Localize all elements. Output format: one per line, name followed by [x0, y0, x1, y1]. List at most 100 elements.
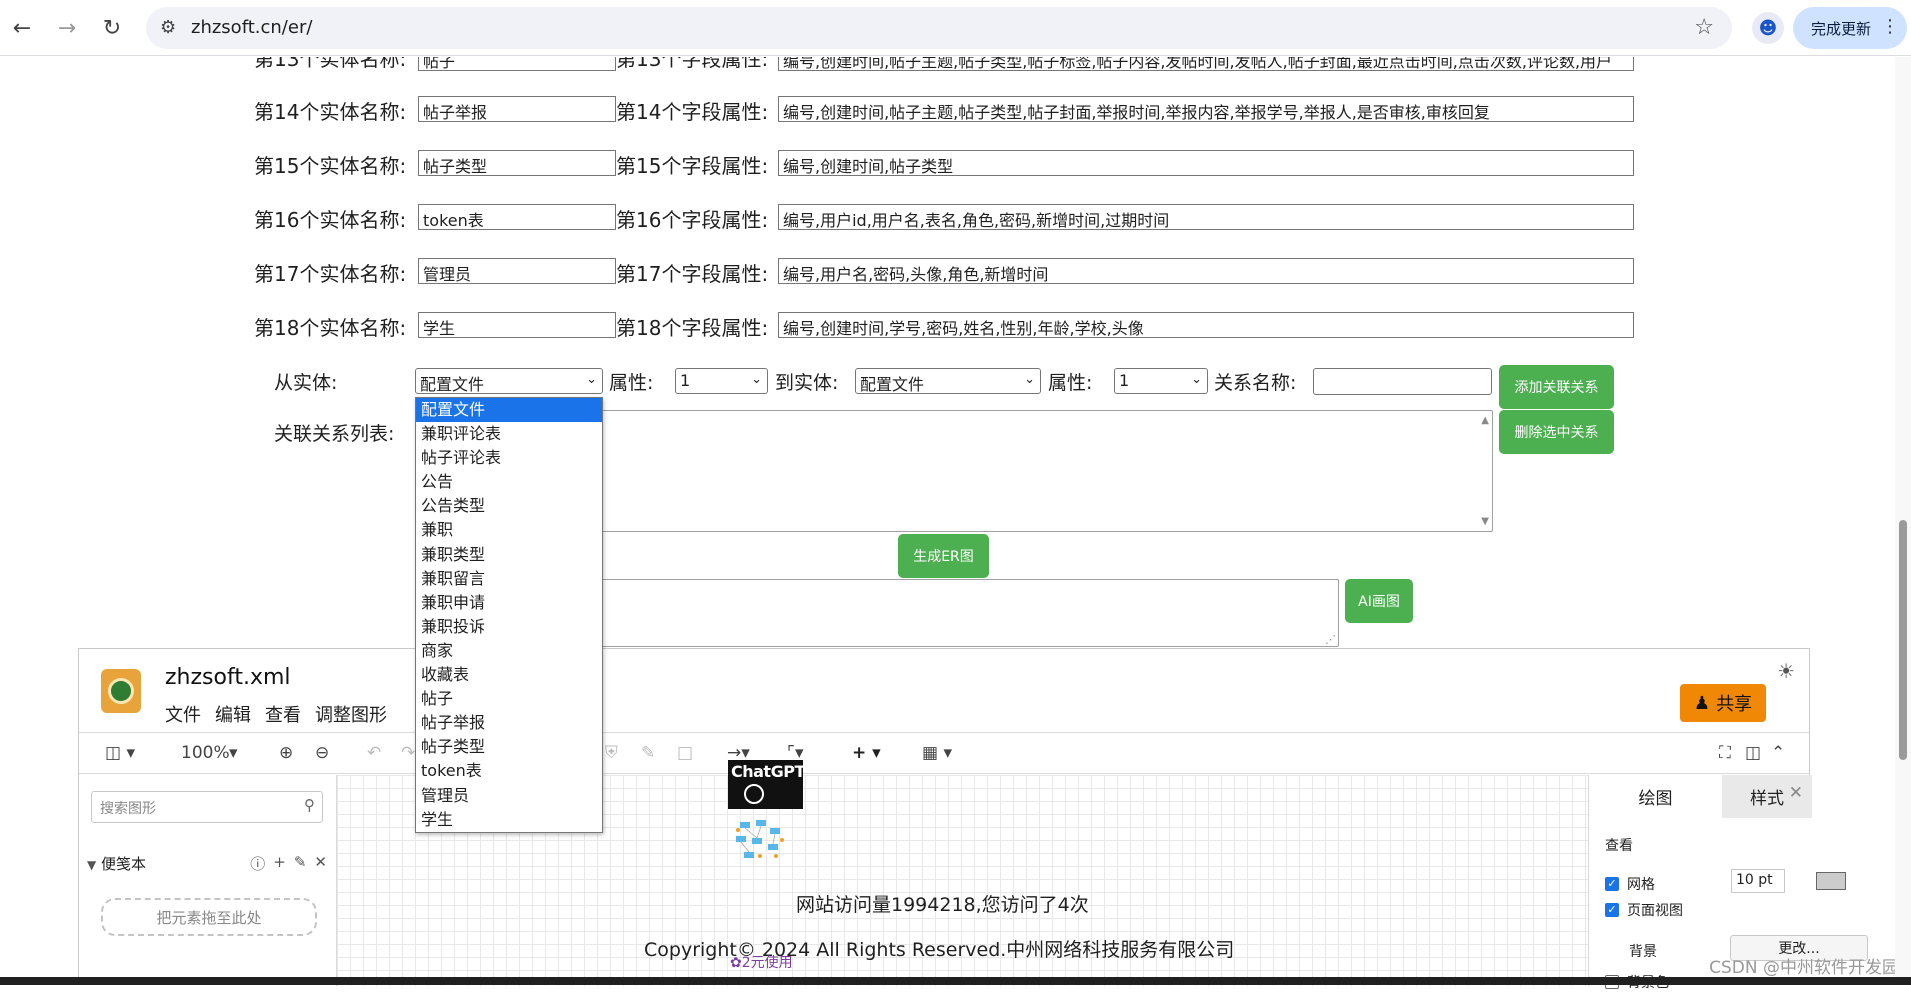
bookmark-star-icon[interactable]: ☆	[1694, 15, 1714, 40]
format-panel-icon[interactable]: ◫	[1745, 743, 1761, 763]
profile-icon[interactable]: ☻	[1752, 12, 1784, 44]
entity-name-input[interactable]: 帖子举报	[418, 96, 616, 122]
chatgpt-banner[interactable]: ChatGPT	[728, 760, 805, 809]
zoom-level[interactable]: 100%	[181, 743, 230, 763]
price-badge[interactable]: ✿2元使用	[730, 952, 793, 972]
shape-search-input[interactable]: 搜索图形 ⚲	[91, 791, 323, 823]
dropdown-option[interactable]: 公告	[416, 470, 602, 494]
from-entity-select[interactable]: 配置文件 ⌄	[415, 368, 603, 394]
theme-sun-icon[interactable]: ☀	[1777, 659, 1795, 683]
reload-icon[interactable]: ↻	[94, 10, 130, 46]
entity-name-input[interactable]: 帖子类型	[418, 150, 616, 176]
ai-draw-button[interactable]: AI画图	[1345, 579, 1413, 623]
zoom-dropdown-icon[interactable]: ▾	[229, 743, 238, 763]
back-arrow-icon[interactable]: ←	[4, 10, 40, 46]
dropdown-option[interactable]: 兼职投诉	[416, 615, 602, 639]
entity-row-14: 第14个实体名称: 帖子举报 第14个字段属性: 编号,创建时间,帖子主题,帖子…	[254, 94, 1634, 124]
field-attrs-input[interactable]: 编号,创建时间,帖子主题,帖子类型,帖子封面,举报时间,举报内容,举报学号,举报…	[778, 96, 1634, 122]
scroll-up-icon[interactable]: ▲	[1481, 415, 1489, 426]
collapse-icon[interactable]: ⌃	[1771, 743, 1785, 763]
line-color-icon[interactable]: ✎	[641, 743, 655, 763]
shadow-icon[interactable]: □	[677, 743, 693, 763]
field-attrs-input[interactable]: 编号,用户名,密码,头像,角色,新增时间	[778, 258, 1634, 284]
dropdown-option[interactable]: 收藏表	[416, 663, 602, 687]
collapse-arrow-icon[interactable]: ▼	[87, 858, 96, 872]
relation-name-input[interactable]	[1313, 368, 1492, 395]
grid-color-swatch[interactable]	[1816, 872, 1846, 890]
menu-edit[interactable]: 编辑	[215, 701, 251, 727]
more-vert-icon[interactable]: ⋮	[1881, 16, 1899, 37]
file-title[interactable]: zhzsoft.xml	[165, 665, 291, 690]
dropdown-option[interactable]: 兼职评论表	[416, 422, 602, 446]
page-view-option[interactable]: ✓ 页面视图	[1605, 900, 1683, 920]
scrollbar-thumb[interactable]	[1899, 520, 1907, 760]
entity-name-input[interactable]: 学生	[418, 312, 616, 338]
dropdown-option[interactable]: 帖子	[416, 687, 602, 711]
close-icon[interactable]: ✕	[314, 853, 327, 874]
edit-pencil-icon[interactable]: ✎	[294, 853, 307, 874]
share-button[interactable]: ♟ 共享	[1680, 684, 1766, 722]
from-entity-dropdown-list[interactable]: 配置文件 兼职评论表 帖子评论表 公告 公告类型 兼职 兼职类型 兼职留言 兼职申请 兼职投诉 商家…	[415, 397, 603, 833]
menu-arrange[interactable]: 调整图形	[315, 701, 387, 727]
er-diagram-thumbnail[interactable]	[730, 818, 790, 866]
dropdown-option[interactable]: 兼职申请	[416, 591, 602, 615]
entity-name-input[interactable]: token表	[418, 204, 616, 230]
field-attrs-input[interactable]: 编号,创建时间,帖子主题,帖子类型,帖子标签,帖子内容,发帖时间,发帖人,帖子封…	[778, 57, 1634, 71]
field-attrs-input[interactable]: 编号,创建时间,学号,密码,姓名,性别,年龄,学校,头像	[778, 312, 1634, 338]
field-attrs-input[interactable]: 编号,创建时间,帖子类型	[778, 150, 1634, 176]
page-view-checkbox[interactable]: ✓	[1605, 903, 1619, 917]
delete-relation-button[interactable]: 删除选中关系	[1499, 410, 1614, 454]
grid-checkbox[interactable]: ✓	[1605, 877, 1619, 891]
close-panel-icon[interactable]: ✕	[1789, 783, 1803, 803]
to-attr-select[interactable]: 1 ⌄	[1114, 368, 1208, 394]
tab-diagram[interactable]: 绘图	[1589, 775, 1722, 818]
url-text[interactable]: zhzsoft.cn/er/	[191, 17, 312, 38]
entity-name-input[interactable]: 帖子	[418, 57, 616, 71]
field-attrs-input[interactable]: 编号,用户id,用户名,表名,角色,密码,新增时间,过期时间	[778, 204, 1634, 230]
generate-er-button[interactable]: 生成ER图	[898, 534, 989, 578]
menu-file[interactable]: 文件	[165, 701, 201, 727]
site-settings-icon[interactable]: ⚙	[160, 17, 176, 38]
undo-icon[interactable]: ↶	[367, 743, 381, 763]
dropdown-option[interactable]: 公告类型	[416, 494, 602, 518]
address-bar[interactable]: ⚙ zhzsoft.cn/er/ ☆	[146, 7, 1732, 49]
grid-option[interactable]: ✓ 网格	[1605, 874, 1655, 894]
dropdown-option[interactable]: 配置文件	[416, 398, 602, 423]
panel-layout-icon[interactable]: ◫ ▾	[105, 743, 135, 763]
add-icon[interactable]: +	[273, 853, 286, 874]
dropdown-option[interactable]: 兼职留言	[416, 567, 602, 591]
fullscreen-icon[interactable]: ⛶	[1719, 743, 1731, 763]
redo-icon[interactable]: ↷	[401, 743, 415, 763]
dropdown-option[interactable]: 兼职类型	[416, 543, 602, 567]
menu-view[interactable]: 查看	[265, 701, 301, 727]
forward-arrow-icon[interactable]: →	[49, 10, 85, 46]
dropdown-option[interactable]: 帖子评论表	[416, 446, 602, 470]
to-entity-select[interactable]: 配置文件 ⌄	[855, 368, 1041, 394]
chatgpt-text: ChatGPT	[731, 762, 805, 781]
fill-color-icon[interactable]: ⛨	[605, 743, 618, 763]
zoom-in-icon[interactable]: ⊕	[279, 743, 293, 763]
dropdown-option[interactable]: 帖子类型	[416, 735, 602, 759]
search-icon[interactable]: ⚲	[304, 796, 315, 814]
from-attr-select[interactable]: 1 ⌄	[675, 368, 768, 394]
update-button[interactable]: 完成更新 ⋮	[1793, 7, 1907, 49]
dropdown-option[interactable]: 帖子举报	[416, 711, 602, 735]
insert-plus-icon[interactable]: + ▾	[852, 743, 881, 763]
zoom-out-icon[interactable]: ⊖	[315, 743, 329, 763]
dropdown-option[interactable]: 管理员	[416, 784, 602, 808]
page-scrollbar[interactable]	[1895, 57, 1911, 977]
grid-size-input[interactable]: 10 pt	[1731, 869, 1785, 893]
scratchpad-header[interactable]: ▼ 便笺本 ⓘ + ✎ ✕	[79, 849, 337, 879]
scroll-down-icon[interactable]: ▼	[1481, 516, 1489, 527]
resize-grip-icon[interactable]: ⋰	[1325, 633, 1336, 646]
add-relation-button[interactable]: 添加关联关系	[1499, 365, 1614, 409]
dropdown-option[interactable]: 学生	[416, 808, 602, 832]
scratchpad-drop-zone[interactable]: 把元素拖至此处	[101, 898, 317, 936]
dropdown-option[interactable]: 商家	[416, 639, 602, 663]
entity-name-input[interactable]: 管理员	[418, 258, 616, 284]
entity-row-15: 第15个实体名称: 帖子类型 第15个字段属性: 编号,创建时间,帖子类型	[254, 148, 1634, 178]
dropdown-option[interactable]: token表	[416, 759, 602, 783]
table-icon[interactable]: ▦ ▾	[922, 743, 952, 763]
dropdown-option[interactable]: 兼职	[416, 518, 602, 542]
help-icon[interactable]: ⓘ	[250, 853, 265, 874]
